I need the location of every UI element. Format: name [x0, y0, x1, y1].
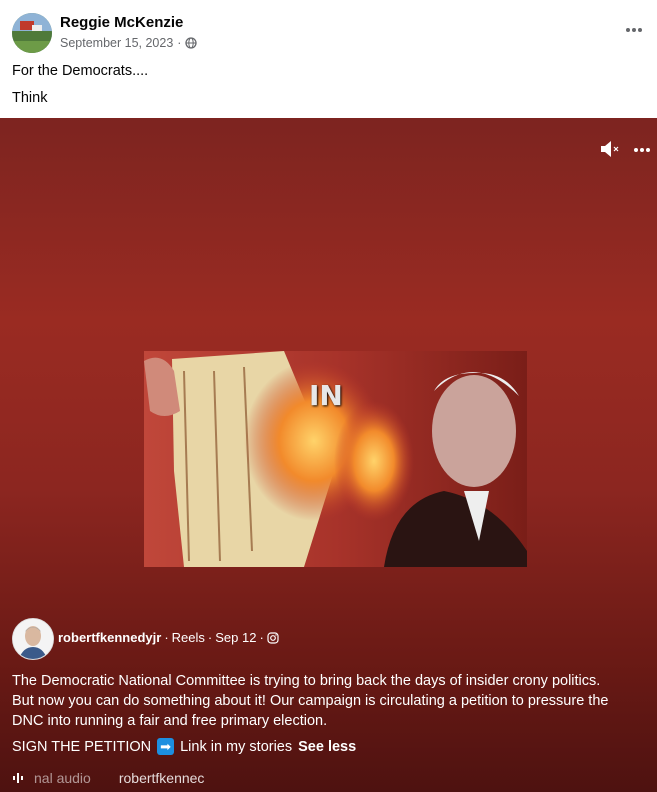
- audio-row[interactable]: nal audio robertfkennec: [12, 770, 204, 786]
- audio-title: nal audio: [34, 770, 91, 786]
- post-date[interactable]: September 15, 2023: [60, 36, 173, 50]
- avatar-image: [12, 13, 52, 53]
- right-arrow-icon: ➡: [157, 738, 175, 755]
- post-header: Reggie McKenzie September 15, 2023 · For…: [0, 0, 657, 118]
- more-horizontal-icon: [626, 28, 642, 32]
- audio-author: robertfkennec: [118, 770, 205, 786]
- reel-more-button[interactable]: [633, 140, 651, 152]
- instagram-icon: [267, 631, 279, 644]
- meta-separator: ·: [259, 630, 264, 645]
- audio-wave-icon: [13, 773, 23, 783]
- see-less-button[interactable]: See less: [298, 739, 356, 755]
- globe-icon: [185, 37, 198, 49]
- avatar-image: [13, 619, 53, 659]
- speaker-muted-icon: [601, 141, 619, 157]
- reel-description: The Democratic National Committee is try…: [12, 673, 609, 729]
- author-avatar[interactable]: [12, 13, 52, 53]
- post-caption-line-1: For the Democrats....: [12, 63, 149, 79]
- meta-separator: ·: [177, 36, 182, 50]
- post-more-button[interactable]: [625, 22, 643, 33]
- post-caption-line-2: Think: [12, 90, 48, 106]
- reel-author-row: robertfkennedyjr · Reels · Sep 12 ·: [58, 630, 279, 645]
- reel-player[interactable]: IN robertfkennedyjr · Reels · Sep 12 · T…: [0, 118, 657, 792]
- mute-button[interactable]: [599, 139, 623, 159]
- post-meta: September 15, 2023 ·: [60, 36, 198, 50]
- author-name[interactable]: Reggie McKenzie: [60, 14, 183, 31]
- reel-author-name[interactable]: robertfkennedyjr: [58, 630, 161, 645]
- cta-text: SIGN THE PETITION: [12, 738, 152, 755]
- reel-cta-row: SIGN THE PETITION ➡ Link in my stories S…: [12, 738, 356, 755]
- reel-author-avatar[interactable]: [12, 618, 54, 660]
- meta-separator: ·: [207, 630, 213, 645]
- reel-date[interactable]: Sep 12: [215, 630, 256, 645]
- cta-link-text: Link in my stories: [180, 738, 293, 755]
- video-overlay-text: IN: [309, 379, 343, 412]
- meta-separator: ·: [164, 630, 169, 645]
- video-frame[interactable]: IN: [144, 351, 527, 567]
- more-horizontal-icon: [634, 148, 650, 152]
- reel-source[interactable]: Reels: [172, 630, 205, 645]
